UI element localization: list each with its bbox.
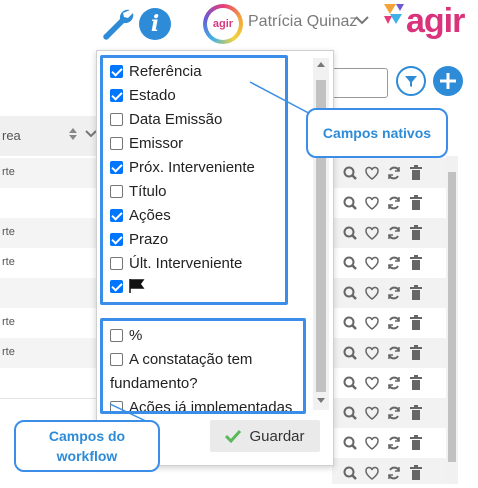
- heart-icon[interactable]: [364, 345, 380, 361]
- table-row[interactable]: rte: [0, 248, 110, 279]
- refresh-icon[interactable]: [386, 375, 402, 391]
- heart-icon[interactable]: [364, 435, 380, 451]
- refresh-icon[interactable]: [386, 165, 402, 181]
- row-actions: [332, 248, 446, 278]
- row-text: rte: [2, 166, 15, 178]
- row-actions: [332, 338, 446, 368]
- table-row[interactable]: rte: [0, 338, 110, 369]
- table-row[interactable]: rte: [0, 218, 110, 249]
- row-text: rte: [2, 316, 15, 328]
- callout-native-fields: Campos nativos: [306, 108, 448, 158]
- heart-icon[interactable]: [364, 315, 380, 331]
- row-text: rte: [2, 346, 15, 358]
- save-button[interactable]: Guardar: [210, 420, 320, 452]
- trash-icon[interactable]: [408, 405, 424, 421]
- trash-icon[interactable]: [408, 465, 424, 481]
- refresh-icon[interactable]: [386, 465, 402, 481]
- sort-icon[interactable]: [68, 127, 78, 141]
- row-actions: [332, 188, 446, 218]
- heart-icon[interactable]: [364, 285, 380, 301]
- trash-icon[interactable]: [408, 315, 424, 331]
- search-icon[interactable]: [342, 195, 358, 211]
- trash-icon[interactable]: [408, 435, 424, 451]
- trash-icon[interactable]: [408, 345, 424, 361]
- row-actions: [332, 158, 446, 188]
- add-button[interactable]: [433, 66, 463, 96]
- heart-icon[interactable]: [364, 375, 380, 391]
- search-icon[interactable]: [342, 345, 358, 361]
- workflow-fields-highlight: [100, 318, 306, 414]
- agir-logo-text: agir: [406, 2, 465, 40]
- table-scrollbar-thumb[interactable]: [448, 172, 456, 462]
- table-row[interactable]: [0, 188, 110, 219]
- row-text: rte: [2, 226, 15, 238]
- row-actions: [332, 398, 446, 428]
- table-row[interactable]: [0, 278, 110, 309]
- search-icon[interactable]: [342, 225, 358, 241]
- refresh-icon[interactable]: [386, 405, 402, 421]
- heart-icon[interactable]: [364, 405, 380, 421]
- refresh-icon[interactable]: [386, 225, 402, 241]
- refresh-icon[interactable]: [386, 285, 402, 301]
- save-label: Guardar: [249, 427, 305, 445]
- search-icon[interactable]: [342, 435, 358, 451]
- row-actions: [332, 428, 446, 458]
- callout-workflow-line1: Campos do: [48, 428, 126, 444]
- search-input[interactable]: [330, 68, 388, 98]
- search-icon[interactable]: [342, 465, 358, 481]
- chevron-down-icon[interactable]: [355, 14, 369, 26]
- refresh-icon[interactable]: [386, 315, 402, 331]
- plus-icon: [440, 73, 456, 89]
- callout-native-text: Campos nativos: [322, 125, 432, 141]
- trash-icon[interactable]: [408, 285, 424, 301]
- row-actions: [332, 278, 446, 308]
- trash-icon[interactable]: [408, 225, 424, 241]
- row-actions: [332, 368, 446, 398]
- row-text: rte: [2, 256, 15, 268]
- refresh-icon[interactable]: [386, 435, 402, 451]
- trash-icon[interactable]: [408, 255, 424, 271]
- row-actions: [332, 308, 446, 338]
- heart-icon[interactable]: [364, 225, 380, 241]
- trash-icon[interactable]: [408, 165, 424, 181]
- row-actions: [332, 218, 446, 248]
- table-row[interactable]: rte: [0, 308, 110, 339]
- filter-button[interactable]: [396, 66, 426, 96]
- search-icon[interactable]: [342, 375, 358, 391]
- info-icon[interactable]: i: [139, 8, 171, 40]
- scroll-down-arrow-icon[interactable]: [317, 398, 325, 403]
- search-icon[interactable]: [342, 315, 358, 331]
- native-fields-highlight: [100, 55, 288, 305]
- callout-workflow-fields: Campos do workflow: [14, 420, 160, 472]
- avatar-text: agir: [212, 18, 234, 30]
- check-icon: [225, 429, 242, 443]
- trash-icon[interactable]: [408, 195, 424, 211]
- avatar[interactable]: agir: [203, 4, 243, 44]
- table-row[interactable]: rte: [0, 158, 110, 189]
- heart-icon[interactable]: [364, 195, 380, 211]
- callout-workflow-line2: workflow: [56, 448, 118, 464]
- heart-icon[interactable]: [364, 255, 380, 271]
- table-row[interactable]: [0, 368, 110, 399]
- refresh-icon[interactable]: [386, 195, 402, 211]
- heart-icon[interactable]: [364, 165, 380, 181]
- search-icon[interactable]: [342, 165, 358, 181]
- refresh-icon[interactable]: [386, 345, 402, 361]
- column-header-label[interactable]: rea: [2, 128, 21, 143]
- search-icon[interactable]: [342, 285, 358, 301]
- heart-icon[interactable]: [364, 465, 380, 481]
- search-icon[interactable]: [342, 405, 358, 421]
- wrench-icon[interactable]: [100, 6, 136, 42]
- user-name[interactable]: Patrícia Quinaz: [248, 13, 357, 31]
- trash-icon[interactable]: [408, 375, 424, 391]
- filter-icon: [405, 76, 417, 87]
- search-icon[interactable]: [342, 255, 358, 271]
- refresh-icon[interactable]: [386, 255, 402, 271]
- scroll-up-arrow-icon[interactable]: [317, 62, 325, 67]
